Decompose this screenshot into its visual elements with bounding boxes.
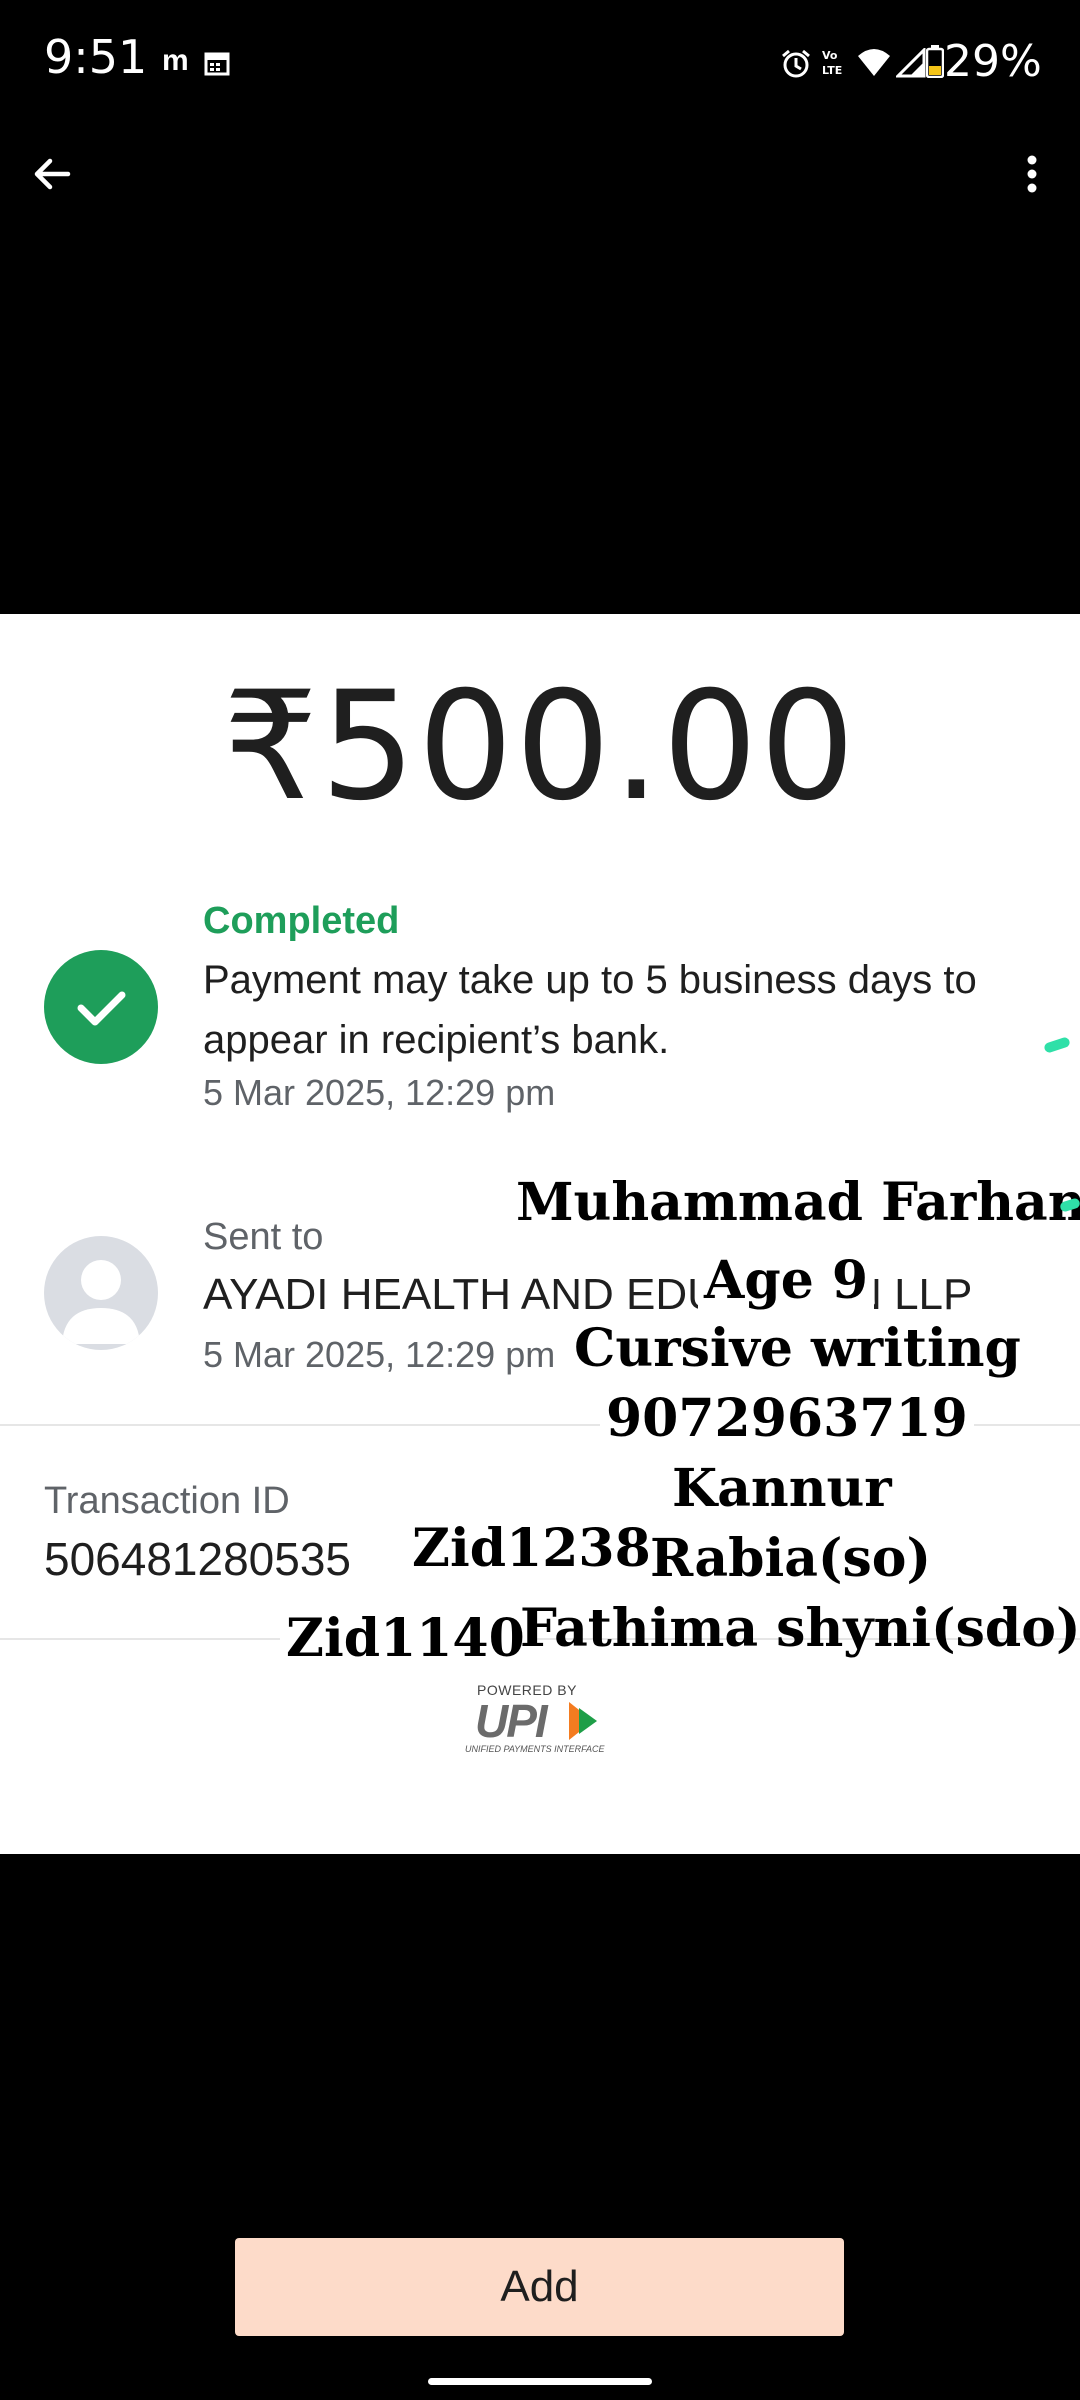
calendar-icon — [204, 52, 230, 76]
app-notification-icon: m — [162, 44, 189, 77]
status-message: Payment may take up to 5 business days t… — [203, 958, 977, 1062]
overlay-age: Age 9 — [698, 1250, 875, 1311]
overlay-subject: Cursive writing — [568, 1318, 1027, 1379]
more-vert-icon[interactable] — [1016, 150, 1048, 198]
upi-text: UPI — [475, 1695, 548, 1747]
volte-icon: Vo LTE — [822, 49, 842, 77]
sent-date: 5 Mar 2025, 12:29 pm — [203, 1334, 556, 1375]
svg-text:Vo: Vo — [822, 49, 838, 62]
svg-text:LTE: LTE — [822, 64, 842, 77]
overlay-zid-2: Zid1140 — [280, 1608, 531, 1669]
overlay-parent-2: Fathima shyni(sdo) — [520, 1598, 1080, 1659]
overlay-zid-1: Zid1238 — [412, 1518, 651, 1579]
overlay-place: Kannur — [672, 1458, 892, 1519]
wifi-icon — [858, 49, 890, 76]
status-label: Completed — [203, 900, 400, 942]
completed-check-icon — [44, 950, 158, 1064]
battery-percent: 29% — [944, 36, 1042, 87]
status-date: 5 Mar 2025, 12:29 pm — [203, 1072, 556, 1113]
alarm-icon — [782, 49, 810, 78]
upi-subtext: UNIFIED PAYMENTS INTERFACE — [465, 1744, 605, 1754]
upi-logo: POWERED BY UPI UNIFIED PAYMENTS INTERFAC… — [465, 1682, 615, 1758]
status-time: 9:51 — [44, 30, 148, 84]
payment-amount: ₹500.00 — [222, 660, 858, 834]
signal-icon — [896, 48, 926, 78]
overlay-parent-1: Rabia(so) — [650, 1528, 932, 1589]
add-button[interactable]: Add — [235, 2238, 844, 2336]
gesture-home-bar[interactable] — [428, 2378, 652, 2385]
overlay-phone: 9072963719 — [600, 1388, 974, 1449]
arrow-left-icon[interactable] — [28, 150, 76, 198]
overlay-name: Muhammad Farhan — [516, 1172, 1080, 1233]
recipient-avatar — [44, 1236, 158, 1350]
sent-to-label: Sent to — [203, 1216, 324, 1258]
upi-arrow-icon — [569, 1702, 597, 1740]
transaction-id-label: Transaction ID — [44, 1480, 290, 1522]
transaction-id-value[interactable]: 506481280535 — [44, 1532, 351, 1586]
battery-icon — [926, 45, 944, 78]
